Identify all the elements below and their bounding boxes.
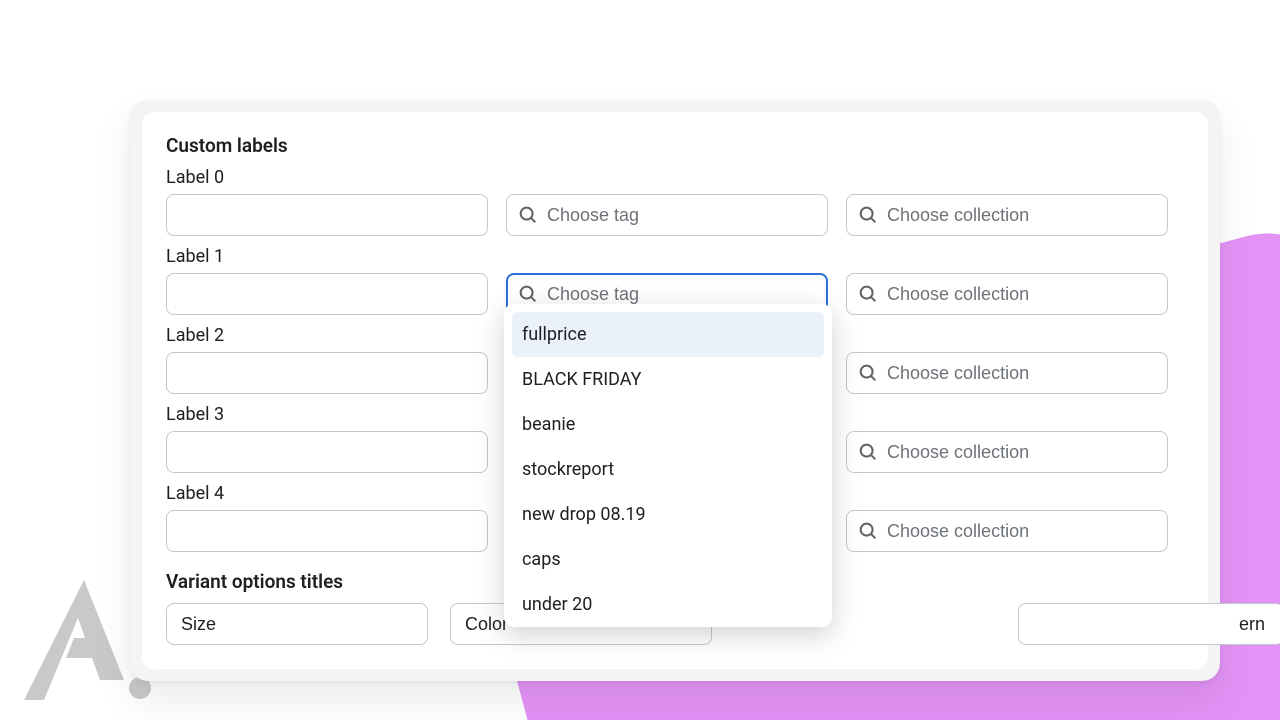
dropdown-item[interactable]: fullprice (512, 312, 824, 357)
label-4-choose-collection[interactable] (846, 510, 1168, 552)
variant-option-3-input[interactable] (1018, 603, 1280, 645)
variant-option-0-input[interactable] (166, 603, 428, 645)
tag-dropdown: fullprice BLACK FRIDAY beanie stockrepor… (504, 304, 832, 627)
label-0-choose-tag[interactable] (506, 194, 828, 236)
label-4-collection-input[interactable] (887, 511, 1157, 551)
dropdown-item[interactable]: caps (512, 537, 824, 582)
settings-panel: Custom labels Label 0 Label 1 (142, 112, 1208, 669)
search-icon (517, 204, 539, 226)
label-1-collection-input[interactable] (887, 274, 1157, 314)
label-2-choose-collection[interactable] (846, 352, 1168, 394)
dropdown-item[interactable]: new drop 08.19 (512, 492, 824, 537)
label-0-tag-input[interactable] (547, 195, 817, 235)
search-icon (857, 520, 879, 542)
label-0-input[interactable] (166, 194, 488, 236)
custom-labels-heading: Custom labels (166, 134, 1184, 157)
label-4-input[interactable] (166, 510, 488, 552)
search-icon (857, 362, 879, 384)
label-2-input[interactable] (166, 352, 488, 394)
label-3-collection-input[interactable] (887, 432, 1157, 472)
settings-panel-outer: Custom labels Label 0 Label 1 (130, 100, 1220, 681)
label-0-choose-collection[interactable] (846, 194, 1168, 236)
label-3-input[interactable] (166, 431, 488, 473)
label-1-input[interactable] (166, 273, 488, 315)
dropdown-item[interactable]: stockreport (512, 447, 824, 492)
search-icon (517, 283, 539, 305)
dropdown-item[interactable]: BLACK FRIDAY (512, 357, 824, 402)
label-1-choose-collection[interactable] (846, 273, 1168, 315)
label-0-row (166, 194, 1184, 236)
label-0-collection-input[interactable] (887, 195, 1157, 235)
label-2-collection-input[interactable] (887, 353, 1157, 393)
label-3-choose-collection[interactable] (846, 431, 1168, 473)
search-icon (857, 204, 879, 226)
label-0-title: Label 0 (166, 167, 1184, 188)
dropdown-item[interactable]: beanie (512, 402, 824, 447)
label-1-title: Label 1 (166, 246, 1184, 267)
search-icon (857, 283, 879, 305)
dropdown-item[interactable]: under 20 (512, 582, 824, 627)
search-icon (857, 441, 879, 463)
